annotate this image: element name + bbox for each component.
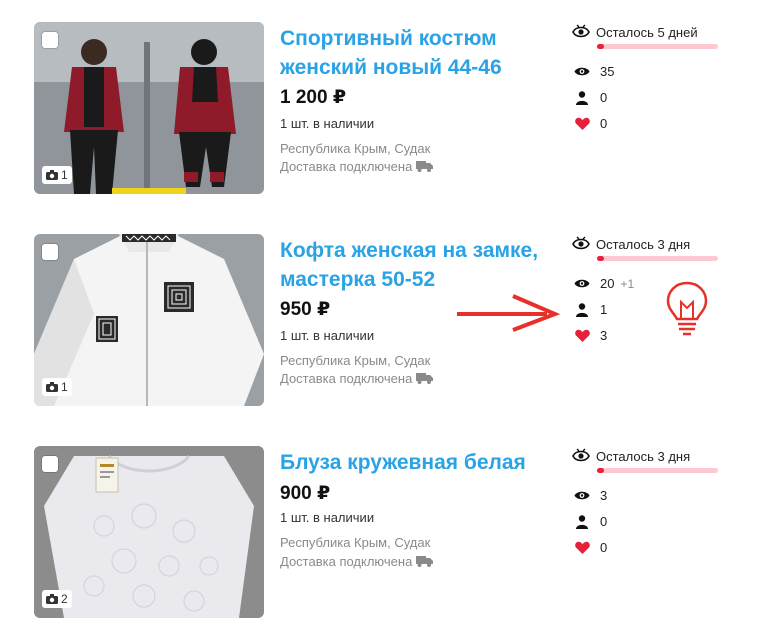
time-remaining-bar [597,44,718,49]
delivery-status: Доставка подключена [280,554,434,569]
time-remaining-bar-fill [597,44,605,49]
delivery-label: Доставка подключена [280,159,413,174]
views-delta: +1 [620,277,635,291]
listing-3: 2 Блуза кружевная белая 900 ₽ 1 шт. в на… [0,446,763,636]
listing-1: 1 Спортивный костюм женский новый 44-46 … [0,22,763,212]
camera-icon [46,382,58,392]
listing-price: 900 ₽ [280,483,331,504]
eye-icon [574,491,590,500]
contacts-count: 0 [600,90,608,105]
photo-count: 1 [61,380,68,394]
listing-title[interactable]: Блуза кружевная белая [280,448,550,477]
contacts-count: 1 [600,302,608,317]
delivery-status: Доставка подключена [280,159,434,174]
photo-count: 1 [61,168,68,182]
camera-icon [46,170,58,180]
eye-icon [574,67,590,76]
photo-count-badge: 1 [42,378,72,396]
time-remaining-bar-fill [597,256,605,261]
heart-icon [574,117,590,130]
listing-title[interactable]: Кофта женская на замке, мастерка 50-52 [280,236,550,294]
views-stat: 35 [574,64,620,79]
timer-eye-icon [572,448,590,462]
contacts-count: 0 [600,514,608,529]
photo-count-badge: 1 [42,166,72,184]
favorites-count: 0 [600,540,608,555]
listing-location: Республика Крым, Судак [280,141,431,156]
heart-icon [574,329,590,342]
time-remaining-label: Осталось 3 дня [596,236,691,252]
heart-icon [574,541,590,554]
listing-location: Республика Крым, Судак [280,353,431,368]
contacts-stat: 0 [574,514,607,529]
eye-icon [574,279,590,288]
select-checkbox[interactable] [42,456,58,472]
favorites-count: 0 [600,116,608,131]
listing-2: 1 Кофта женская на замке, мастерка 50-52… [0,234,763,424]
views-stat: 3 [574,488,613,503]
person-icon [576,302,588,317]
views-stat: 20 +1 [574,276,634,291]
timer-eye-icon [572,24,590,38]
time-remaining-bar [597,468,718,473]
truck-icon [416,161,434,172]
contacts-stat: 1 [574,302,607,317]
time-remaining-label: Осталось 3 дня [596,448,691,464]
lightbulb-annotation [666,281,708,336]
stock-status: 1 шт. в наличии [280,116,375,131]
truck-icon [416,556,434,567]
person-icon [576,514,588,529]
timer-eye-icon [572,236,590,250]
favorites-count: 3 [600,328,608,343]
listing-price: 1 200 ₽ [280,87,347,108]
camera-icon [46,594,58,604]
photo-count-badge: 2 [42,590,72,608]
views-count: 35 [600,64,615,79]
truck-icon [416,373,434,384]
favorites-stat: 0 [574,540,607,555]
stock-status: 1 шт. в наличии [280,510,375,525]
time-remaining-bar-fill [597,468,605,473]
delivery-label: Доставка подключена [280,554,413,569]
select-checkbox[interactable] [42,244,58,260]
views-count: 3 [600,488,608,503]
favorites-stat: 3 [574,328,607,343]
person-icon [576,90,588,105]
views-count: 20 [600,276,615,291]
arrow-annotation [457,294,560,332]
delivery-label: Доставка подключена [280,371,413,386]
time-remaining-bar [597,256,718,261]
listing-photo[interactable]: 2 [34,446,264,618]
listing-title[interactable]: Спортивный костюм женский новый 44-46 [280,24,550,82]
contacts-stat: 0 [574,90,607,105]
favorites-stat: 0 [574,116,607,131]
photo-count: 2 [61,592,68,606]
listing-photo[interactable]: 1 [34,22,264,194]
time-remaining: Осталось 3 дня [572,236,690,252]
select-checkbox[interactable] [42,32,58,48]
time-remaining: Осталось 3 дня [572,448,690,464]
listing-location: Республика Крым, Судак [280,535,431,550]
listing-photo[interactable]: 1 [34,234,264,406]
listing-price: 950 ₽ [280,299,331,320]
stock-status: 1 шт. в наличии [280,328,375,343]
time-remaining: Осталось 5 дней [572,24,698,40]
delivery-status: Доставка подключена [280,371,434,386]
time-remaining-label: Осталось 5 дней [596,24,698,40]
